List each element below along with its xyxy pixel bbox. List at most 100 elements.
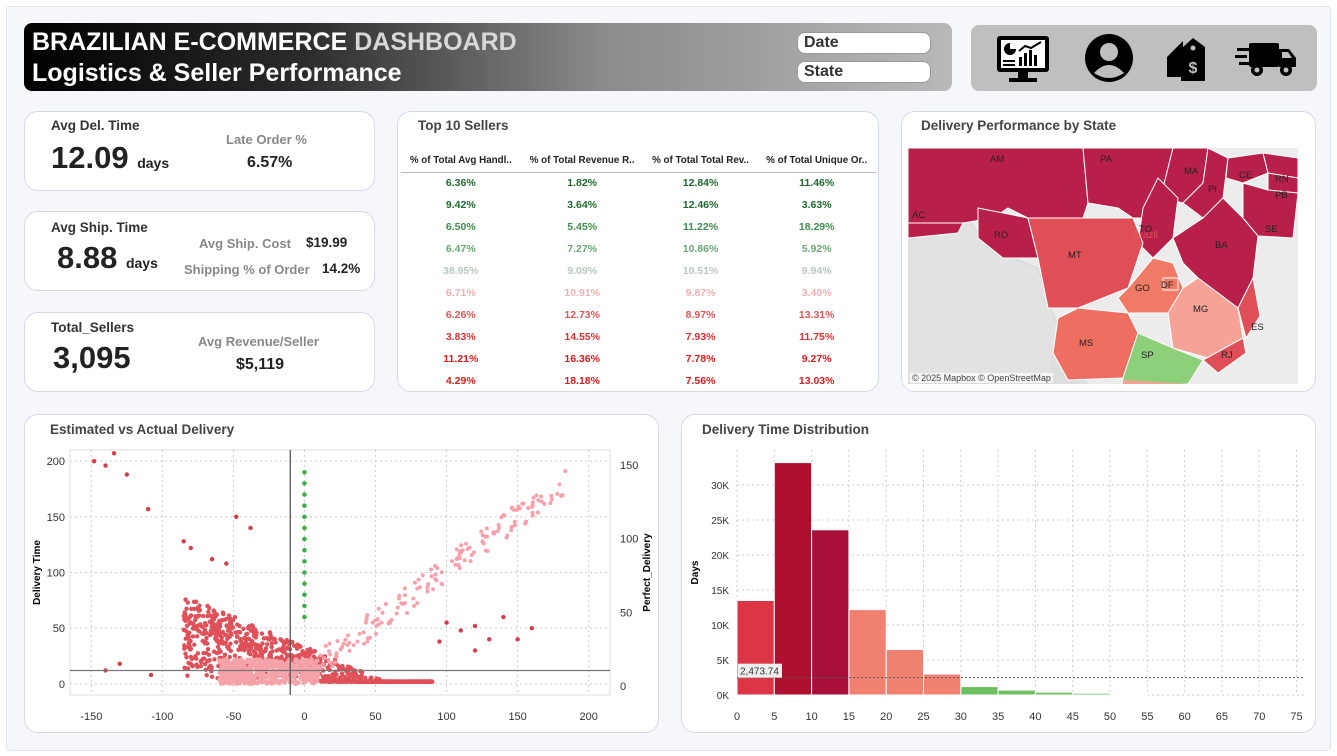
scatter-point — [380, 610, 385, 615]
scatter-point — [246, 660, 251, 665]
x-tick-label: 65 — [1216, 711, 1228, 723]
state-filter[interactable]: State — [797, 61, 931, 83]
scatter-point — [206, 652, 212, 657]
scatter-point — [209, 674, 215, 680]
x-tick-label: 40 — [1029, 711, 1041, 723]
scatter-point — [196, 613, 202, 618]
state-label: BA — [1215, 240, 1228, 251]
table-cell: 7.93% — [685, 331, 716, 343]
scatter-point — [319, 663, 324, 668]
scatter-point — [217, 660, 222, 665]
table-cell: 10.51% — [682, 265, 719, 277]
table-row[interactable]: 11.21% 16.36% 7.78% 9.27% — [401, 348, 876, 370]
table-cell: 9.94% — [801, 265, 832, 277]
brazil-state-map[interactable]: AM PA MA CE RN PB PI AC RO TO SE BA MT GO DF MG ES MS SP RJ… — [908, 148, 1298, 384]
table-cell: 9.27% — [801, 353, 832, 365]
scatter-point — [319, 679, 325, 684]
table-cell: 10.91% — [564, 287, 600, 299]
scatter-point — [217, 624, 223, 629]
table-row[interactable]: 38.95% 9.09% 10.51% 9.94% — [401, 260, 876, 282]
scatter-point — [212, 657, 217, 662]
scatter-point — [509, 528, 514, 533]
scatter-point — [302, 492, 307, 497]
scatter-point — [302, 525, 307, 531]
column-header[interactable]: % of Total Total Rev.. — [643, 150, 758, 173]
scatter-point — [304, 658, 309, 663]
scatter-point — [223, 657, 228, 662]
table-cell: 38.95% — [443, 265, 479, 277]
date-filter[interactable]: Date — [797, 32, 931, 54]
table-row[interactable]: 6.47% 7.27% 10.86% 5.92% — [401, 238, 876, 260]
column-header[interactable]: % of Total Revenue R.. — [520, 150, 644, 173]
x-tick-label: 15 — [843, 711, 855, 723]
state-label: RJ — [1221, 350, 1233, 361]
scatter-title: Estimated vs Actual Delivery — [50, 422, 235, 437]
scatter-point — [396, 596, 401, 601]
user-profile-icon[interactable] — [1079, 33, 1139, 83]
table-row[interactable]: 6.71% 10.91% 9.87% 3.40% — [401, 282, 876, 304]
y2-tick-label: 100 — [620, 534, 638, 546]
price-tag-icon[interactable]: $ — [1159, 33, 1219, 83]
scatter-point — [111, 451, 117, 456]
scatter-point — [491, 530, 496, 535]
table-cell: 7.27% — [567, 243, 598, 255]
dashboard-monitor-icon[interactable] — [993, 33, 1053, 83]
scatter-plot[interactable]: -150 -100 -50 0 50 100 150 200 200 150 100 50 0 150 10… — [25, 445, 657, 731]
scatter-point — [529, 625, 535, 631]
scatter-point — [302, 559, 307, 564]
avg-ship-value: 8.88 days — [57, 240, 158, 275]
scatter-point — [182, 646, 187, 651]
scatter-point — [542, 501, 547, 506]
x-tick-label: 150 — [508, 711, 526, 723]
y-tick-label: 50 — [53, 623, 65, 635]
table-row[interactable]: 9.42% 3.64% 12.46% 3.63% — [401, 194, 876, 216]
scatter-point — [282, 650, 287, 655]
table-cell: 18.18% — [564, 375, 600, 387]
scatter-point — [483, 548, 488, 553]
dashboard-header: BRAZILIAN E-COMMERCE DASHBOARD Logistics… — [24, 23, 952, 91]
scatter-point — [383, 602, 388, 607]
table-row[interactable]: 6.26% 12.73% 8.97% 13.31% — [401, 304, 876, 326]
scatter-point — [238, 636, 243, 642]
y-tick-label: 100 — [47, 568, 65, 580]
scatter-point — [223, 680, 228, 685]
scatter-point — [188, 638, 193, 644]
table-row[interactable]: 6.36% 1.82% 12.84% 11.46% — [401, 172, 876, 194]
table-row[interactable]: 6.50% 5.45% 11.22% 18.29% — [401, 216, 876, 238]
table-row[interactable]: 4.29% 18.18% 7.56% 13.03% — [401, 370, 876, 391]
histogram-chart[interactable]: 0 5 10 15 20 25 30 35 40 45 50 55 60 65 70 75 0K 5K 10K 15K… — [682, 445, 1314, 731]
scatter-point — [559, 493, 564, 498]
table-cell: 1.82% — [567, 177, 598, 190]
scatter-point — [294, 681, 299, 686]
scatter-point — [252, 661, 258, 666]
x-tick-label: 55 — [1141, 711, 1153, 723]
table-cell: 3.83% — [445, 331, 476, 343]
scatter-point — [509, 505, 514, 510]
scatter-point — [217, 647, 222, 653]
ship-pct-label: Shipping % of Order — [184, 262, 310, 277]
scatter-point — [395, 605, 400, 610]
column-header[interactable]: % of Total Avg Handl.. — [401, 150, 521, 173]
scatter-point — [332, 660, 337, 665]
scatter-point — [287, 677, 292, 682]
state-label: PB — [1275, 190, 1288, 201]
scatter-point — [515, 507, 520, 512]
scatter-point — [278, 637, 283, 642]
table-cell: 13.03% — [798, 375, 835, 387]
scatter-point — [412, 580, 417, 585]
scatter-point — [235, 664, 241, 669]
table-row[interactable]: 3.83% 14.55% 7.93% 11.75% — [401, 326, 876, 348]
scatter-point — [495, 529, 500, 534]
scatter-point — [435, 566, 440, 571]
state-label: ES — [1251, 322, 1264, 333]
x-tick-label: 50 — [369, 711, 381, 723]
scatter-point — [183, 612, 188, 617]
scatter-point — [235, 677, 240, 683]
scatter-point — [404, 679, 410, 684]
scatter-point — [181, 539, 186, 544]
delivery-truck-icon[interactable] — [1235, 33, 1296, 83]
column-header[interactable]: % of Total Unique Or.. — [757, 150, 876, 173]
scatter-point — [231, 663, 237, 669]
scatter-point — [351, 679, 356, 684]
scatter-point — [194, 634, 200, 639]
